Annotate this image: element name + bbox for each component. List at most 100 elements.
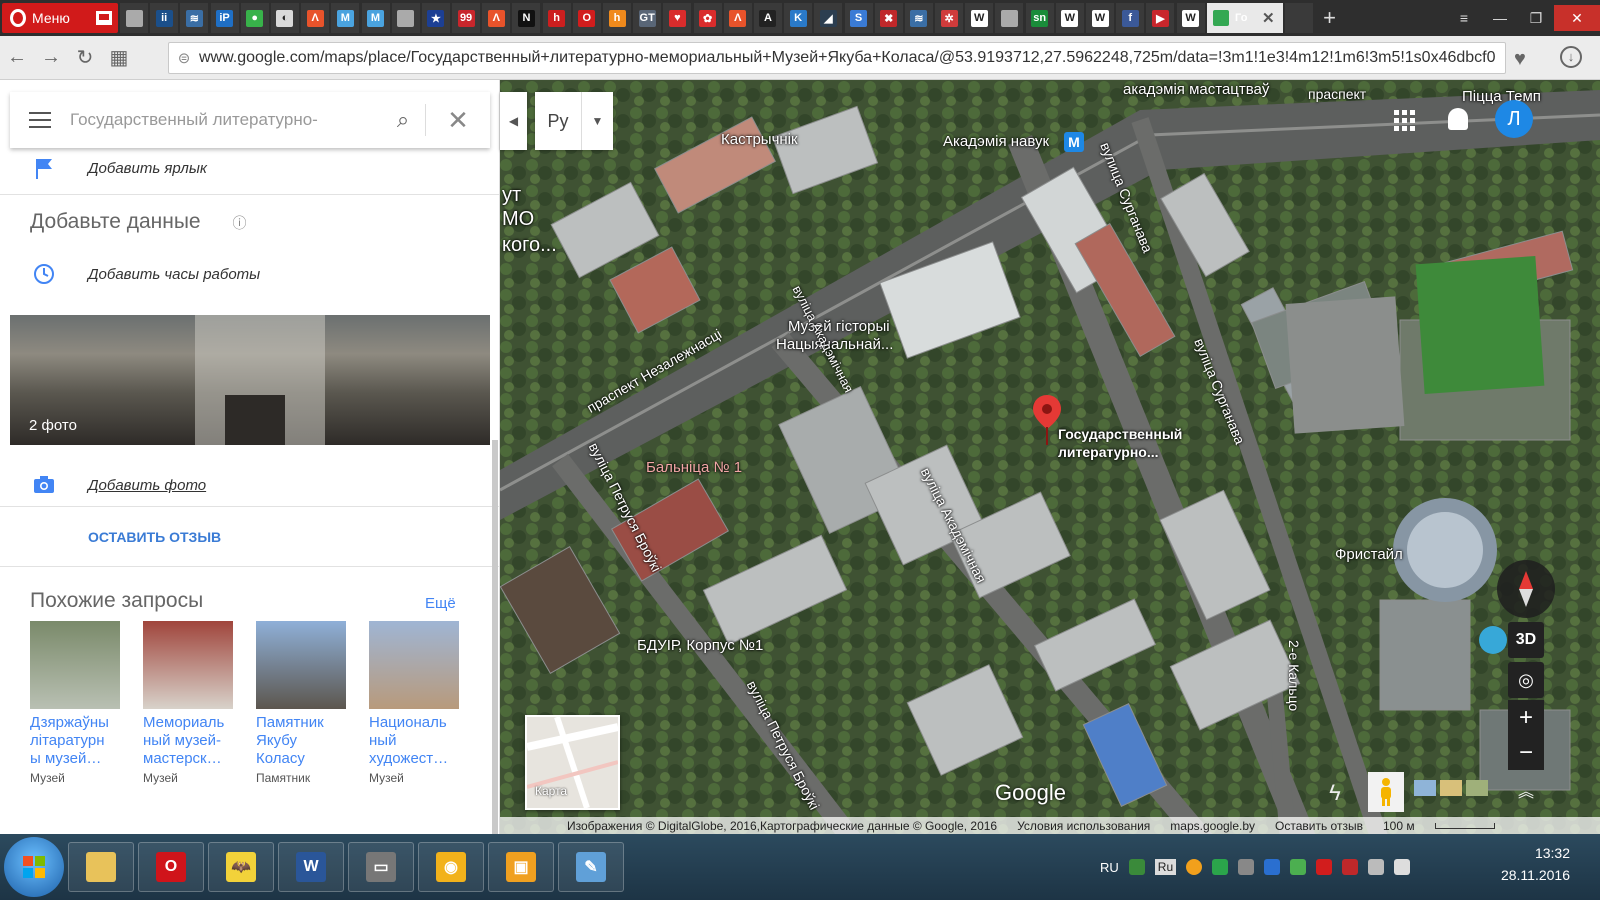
taskbar-app-button[interactable]: ▣ [488, 842, 554, 892]
language-selector[interactable]: Ру ▼ [535, 92, 613, 150]
browser-tab[interactable]: h [542, 3, 571, 33]
browser-tab[interactable]: M [361, 3, 390, 33]
browser-tab[interactable]: W [965, 3, 994, 33]
browser-tab[interactable]: ✿ [693, 3, 722, 33]
speed-dial-icon[interactable]: ▦ [102, 45, 136, 70]
more-link[interactable]: Ещё [425, 595, 456, 612]
browser-tab[interactable] [995, 3, 1024, 33]
browser-tab[interactable]: Λ [301, 3, 330, 33]
browser-tab[interactable]: sn [1025, 3, 1054, 33]
browser-tab[interactable]: W [1055, 3, 1084, 33]
browser-tab[interactable]: O [572, 3, 601, 33]
feedback-link[interactable]: Оставить отзыв [1275, 819, 1363, 833]
tabs-menu-icon[interactable]: ≡ [1446, 5, 1482, 31]
tray-app-icon[interactable] [1290, 859, 1307, 875]
clear-search-icon[interactable]: ✕ [426, 105, 490, 136]
keyboard-layout[interactable]: Ru [1154, 859, 1177, 875]
satellite-map[interactable]: акадэмія мастацтваў праспект Піцца Темп … [500, 80, 1600, 834]
browser-tab[interactable] [1284, 3, 1313, 33]
zoom-out-button[interactable]: − [1508, 736, 1544, 770]
similar-place-name[interactable]: Мемориаль ный музей-мастерск… [143, 714, 233, 768]
chevron-down-icon[interactable]: ▼ [581, 92, 613, 150]
browser-tab[interactable]: W [1176, 3, 1205, 33]
taskbar-app-button[interactable]: 🦇 [208, 842, 274, 892]
browser-tab[interactable]: f [1116, 3, 1145, 33]
similar-place-thumbnail[interactable] [369, 621, 459, 709]
browser-tab[interactable]: GT [633, 3, 662, 33]
browser-tab[interactable] [120, 3, 148, 33]
tray-app-icon[interactable] [1212, 859, 1229, 875]
restore-button[interactable]: ❐ [1518, 5, 1554, 31]
minimize-button[interactable]: — [1482, 5, 1518, 31]
browser-tab[interactable]: Λ [482, 3, 511, 33]
apps-grid-icon[interactable] [1394, 110, 1415, 131]
map-label-place-line2[interactable]: литературно... [1058, 444, 1159, 460]
tray-app-icon[interactable] [1238, 859, 1255, 875]
input-language[interactable]: RU [1100, 860, 1119, 875]
scale-label[interactable]: 100 м [1383, 819, 1415, 833]
reload-button[interactable]: ↻ [68, 45, 102, 70]
close-tab-icon[interactable]: ✕ [1260, 10, 1277, 27]
browser-tab[interactable]: K [784, 3, 813, 33]
taskbar-app-button[interactable]: ▭ [348, 842, 414, 892]
start-button[interactable] [4, 837, 64, 897]
map-label-hospital[interactable]: Бальніца № 1 [646, 459, 742, 476]
similar-place-name[interactable]: Националь ный художест… [369, 714, 459, 768]
similar-place-thumbnail[interactable] [256, 621, 346, 709]
bluetooth-icon[interactable] [1264, 859, 1281, 875]
browser-tab[interactable]: iP [210, 3, 239, 33]
browser-tab[interactable]: M [331, 3, 360, 33]
similar-place-card[interactable]: Дзяржаўны літаратурн ы музей… Музей [30, 621, 120, 785]
map-label-freestyle[interactable]: Фристайл [1335, 546, 1403, 563]
map-label-kastrychnik[interactable]: Кастрычнік [721, 131, 798, 148]
search-icon[interactable]: ⌕ [381, 107, 425, 133]
browser-tab[interactable]: ♥ [663, 3, 692, 33]
add-photo-row[interactable]: Добавить фото [0, 473, 499, 497]
map-label-bduir[interactable]: БДУІР, Корпус №1 [637, 637, 763, 654]
3d-toggle-button[interactable]: 3D [1508, 622, 1544, 658]
compass-icon[interactable] [1497, 560, 1555, 618]
menu-hamburger-icon[interactable] [10, 112, 70, 128]
imagery-thumb-2[interactable] [1440, 780, 1462, 796]
similar-place-card[interactable]: Мемориаль ный музей-мастерск… Музей [143, 621, 233, 785]
browser-tab[interactable]: S [844, 3, 873, 33]
similar-place-card[interactable]: Националь ный художест… Музей [369, 621, 459, 785]
browser-tab[interactable]: ≋ [180, 3, 209, 33]
similar-place-thumbnail[interactable] [30, 621, 120, 709]
place-photo[interactable]: 2 фото [10, 315, 490, 445]
download-icon[interactable]: ↓ [1560, 46, 1582, 68]
map-type-switcher[interactable]: Карта [525, 715, 620, 810]
domain-link[interactable]: maps.google.by [1170, 819, 1255, 833]
tray-app-icon[interactable] [1342, 859, 1359, 875]
volume-icon[interactable] [1394, 859, 1411, 875]
taskbar-app-button[interactable] [68, 842, 134, 892]
collapse-panel-button[interactable]: ◀ [500, 92, 527, 150]
browser-tab[interactable]: Λ [723, 3, 752, 33]
panel-scrollbar[interactable] [492, 440, 498, 852]
bookmark-heart-icon[interactable]: ♥ [1514, 48, 1526, 71]
zoom-in-button[interactable]: + [1508, 700, 1544, 736]
imagery-thumb-1[interactable] [1414, 780, 1436, 796]
add-hours-row[interactable]: Добавить часы работы [0, 262, 499, 286]
similar-place-card[interactable]: Памятник Якубу Коласу Памятник [256, 621, 346, 785]
map-label-museum-line1[interactable]: Музей гісторыі [788, 318, 890, 335]
browser-tab[interactable]: ◢ [814, 3, 843, 33]
taskbar-app-button[interactable]: ✎ [558, 842, 624, 892]
network-icon[interactable] [1128, 859, 1145, 875]
browser-tab[interactable]: ● [240, 3, 269, 33]
ati-icon[interactable] [1316, 859, 1333, 875]
browser-tab[interactable]: W [1086, 3, 1114, 33]
browser-tab[interactable]: ≋ [904, 3, 933, 33]
browser-tab[interactable] [391, 3, 420, 33]
notifications-bell-icon[interactable] [1448, 108, 1468, 130]
map-label-pizza[interactable]: Піцца Темп [1462, 88, 1541, 105]
taskbar-app-button[interactable]: ◉ [418, 842, 484, 892]
leave-review-button[interactable]: ОСТАВИТЬ ОТЗЫВ [88, 529, 221, 545]
taskbar-app-button[interactable]: O [138, 842, 204, 892]
similar-place-name[interactable]: Памятник Якубу Коласу [256, 714, 346, 768]
tray-app-icon[interactable] [1186, 859, 1203, 875]
opera-menu-button[interactable]: Меню [2, 3, 118, 33]
browser-tab[interactable]: ▶ [1146, 3, 1175, 33]
similar-place-thumbnail[interactable] [143, 621, 233, 709]
similar-place-name[interactable]: Дзяржаўны літаратурн ы музей… [30, 714, 120, 768]
